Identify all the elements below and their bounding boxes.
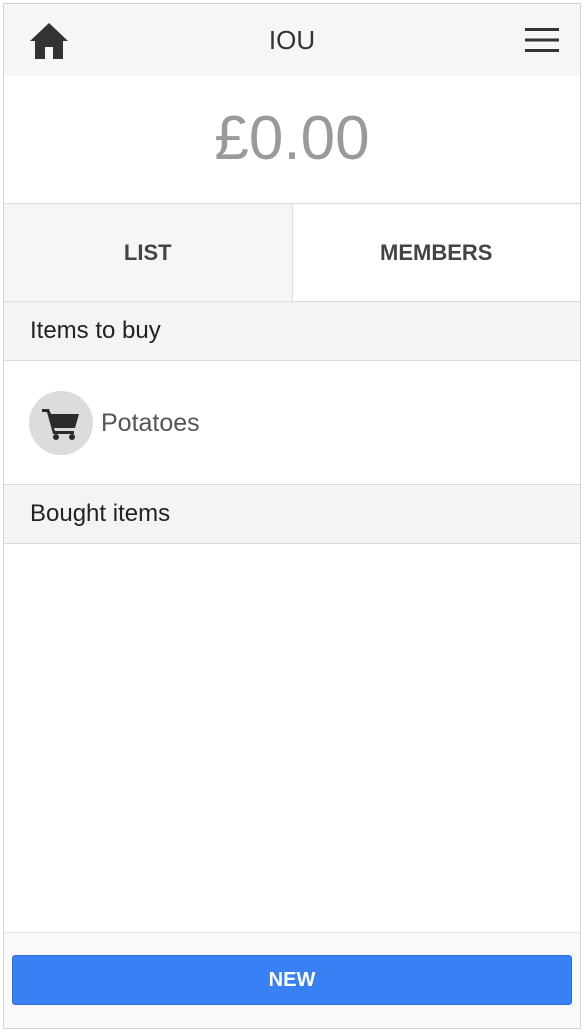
new-button[interactable]: NEW	[12, 955, 572, 1005]
balance-amount: £0.00	[214, 104, 370, 173]
footer-bar: NEW	[4, 932, 580, 1028]
section-header-bought-items: Bought items	[4, 485, 580, 544]
menu-button[interactable]	[522, 24, 562, 56]
item-label: Potatoes	[101, 408, 200, 437]
cart-avatar	[29, 391, 93, 455]
balance-panel: £0.00	[4, 76, 580, 204]
tab-bar: LIST MEMBERS	[4, 203, 580, 302]
page-title: IOU	[268, 25, 316, 55]
app-frame: IOU £0.00 LIST MEMBERS Items to buy Pota…	[3, 3, 581, 1029]
hamburger-menu-icon	[525, 28, 559, 52]
list-item[interactable]: Potatoes	[4, 362, 580, 485]
tab-members[interactable]: MEMBERS	[292, 204, 580, 301]
section-header-items-to-buy: Items to buy	[4, 302, 580, 361]
tab-list[interactable]: LIST	[4, 204, 293, 301]
cart-icon	[42, 409, 79, 440]
top-bar: IOU	[4, 4, 580, 76]
